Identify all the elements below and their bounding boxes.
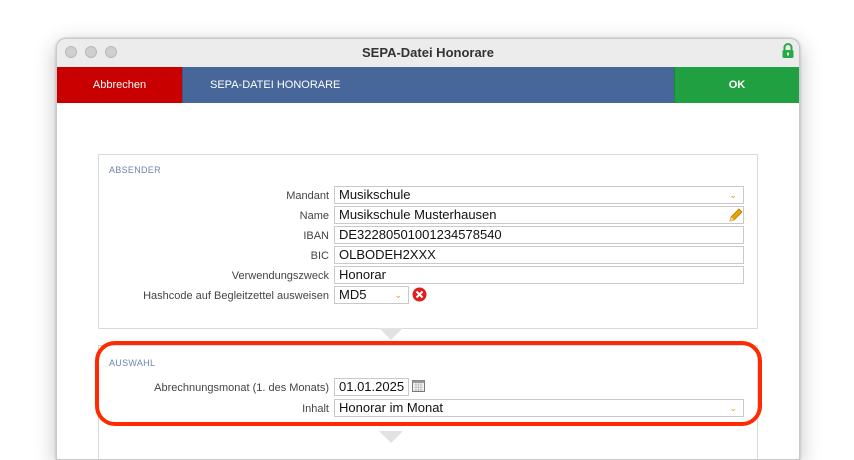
abrechnungsmonat-value: 01.01.2025	[339, 379, 405, 394]
iban-field[interactable]: DE32280501001234578540	[334, 226, 744, 244]
inhalt-value: Honorar im Monat	[339, 400, 444, 415]
chevron-down-icon: ⌄	[729, 403, 737, 413]
name-value: Musikschule Musterhausen	[339, 207, 497, 222]
verwendungszweck-value: Honorar	[339, 267, 386, 282]
inhalt-select[interactable]: Honorar im Monat ⌄	[334, 399, 744, 417]
bic-label: BIC	[310, 250, 329, 262]
ok-button[interactable]: OK	[674, 67, 799, 103]
hashcode-value: MD5	[339, 287, 367, 302]
hashcode-label: Hashcode auf Begleitzettel ausweisen	[143, 290, 329, 302]
window-title: SEPA-Datei Honorare	[362, 45, 494, 60]
clear-icon[interactable]	[412, 287, 427, 302]
bic-value: OLBODEH2XXX	[339, 247, 436, 262]
section-pointer	[379, 328, 403, 340]
chevron-down-icon: ⌄	[729, 190, 737, 200]
mandant-value: Musikschule	[339, 187, 411, 202]
section-pointer	[379, 431, 403, 443]
pencil-icon[interactable]	[728, 207, 744, 223]
absender-section-title: ABSENDER	[109, 165, 161, 175]
title-bar: SEPA-Datei Honorare	[57, 39, 799, 68]
verwendungszweck-field[interactable]: Honorar	[334, 266, 744, 284]
name-label: Name	[299, 210, 329, 222]
bic-field[interactable]: OLBODEH2XXX	[334, 246, 744, 264]
inhalt-label: Inhalt	[302, 403, 329, 415]
iban-value: DE32280501001234578540	[339, 227, 502, 242]
cancel-button[interactable]: Abbrechen	[57, 67, 182, 103]
calendar-icon[interactable]	[412, 379, 425, 392]
dialog-window: SEPA-Datei Honorare Abbrechen SEPA-DATEI…	[56, 38, 800, 460]
verwendungszweck-label: Verwendungszweck	[231, 270, 329, 282]
abrechnungsmonat-label: Abrechnungsmonat (1. des Monats)	[154, 382, 329, 394]
abrechnungsmonat-field[interactable]: 01.01.2025	[334, 378, 409, 396]
mandant-select[interactable]: Musikschule ⌄	[334, 186, 744, 204]
name-field[interactable]: Musikschule Musterhausen	[334, 206, 744, 224]
auswahl-section-title: AUSWAHL	[109, 358, 156, 368]
iban-label: IBAN	[303, 230, 329, 242]
lock-icon	[782, 43, 794, 58]
toolbar-title: SEPA-DATEI HONORARE	[182, 67, 674, 103]
chevron-down-icon: ⌄	[394, 290, 402, 300]
mandant-label: Mandant	[286, 190, 329, 202]
toolbar: Abbrechen SEPA-DATEI HONORARE OK	[57, 67, 799, 103]
hashcode-select[interactable]: MD5 ⌄	[334, 286, 409, 304]
